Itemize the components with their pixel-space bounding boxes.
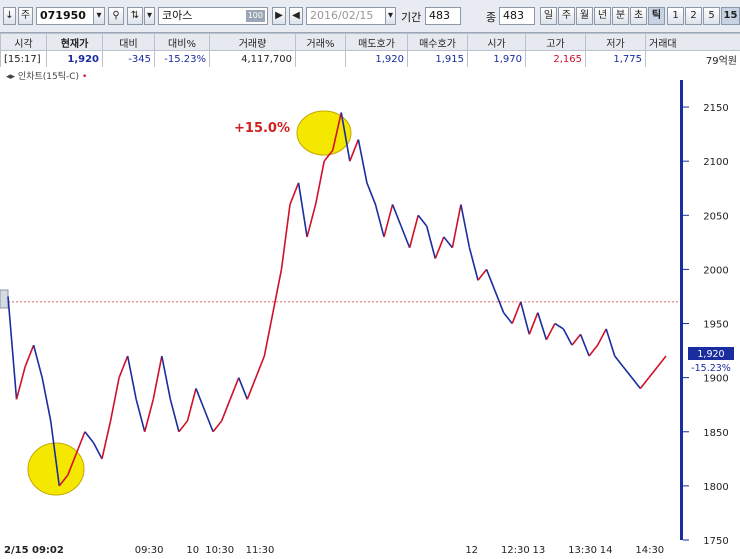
price-segment [101, 420, 112, 459]
price-segment [545, 323, 556, 341]
price-segment [579, 334, 590, 357]
y-tick-label: 2100 [703, 157, 728, 168]
price-segment [631, 377, 641, 389]
price-segment [15, 366, 26, 400]
x-tick-label: 14 [600, 545, 613, 556]
price-segment [383, 204, 394, 238]
x-tick-label: 10:30 [205, 545, 234, 556]
price-segment [622, 366, 633, 379]
y-tick-label: 1800 [703, 482, 728, 493]
price-segment [84, 431, 95, 444]
price-segment [477, 268, 488, 281]
price-segment [537, 312, 548, 341]
price-segment [229, 377, 240, 400]
price-segment [161, 355, 172, 400]
price-segment [7, 296, 18, 400]
current-price-label: 1,920 [697, 349, 724, 360]
price-segment [357, 139, 368, 183]
price-segment [503, 312, 513, 325]
price-segment [443, 236, 453, 249]
price-segment [297, 182, 308, 238]
price-segment [126, 355, 137, 400]
price-segment [178, 420, 189, 433]
price-segment [528, 312, 539, 335]
price-segment [220, 399, 231, 422]
price-segment [460, 204, 471, 248]
price-segment [237, 377, 249, 400]
price-segment [391, 204, 402, 227]
x-tick-label: 10 [186, 545, 199, 556]
price-segment [212, 420, 223, 433]
price-segment [255, 355, 266, 378]
price-segment [656, 355, 667, 368]
y-tick-label: 2050 [703, 211, 728, 222]
price-segment [605, 328, 616, 357]
price-segment [289, 182, 300, 205]
y-tick-label: 1950 [703, 320, 728, 331]
x-tick-label: 09:30 [135, 545, 164, 556]
price-segment [195, 388, 206, 411]
y-tick-label: 2000 [703, 265, 728, 276]
price-segment [451, 204, 462, 248]
x-tick-label: 2/15 09:02 [4, 545, 64, 556]
y-tick-label: 1900 [703, 374, 728, 385]
price-segment [92, 442, 103, 460]
price-segment [596, 328, 607, 346]
price-segment [588, 344, 599, 357]
price-segment [246, 377, 257, 400]
price-segment [186, 388, 197, 422]
price-segment [109, 377, 120, 422]
price-segment [152, 355, 163, 400]
current-change-label: -15.23% [691, 363, 731, 374]
price-chart[interactable]: 2150 2100 2050 2000 1950 1900 1850 1800 1750 2/1… [0, 0, 740, 559]
x-tick-label: 12:30 [501, 545, 530, 556]
x-tick-label: 14:30 [635, 545, 664, 556]
price-segment [519, 301, 531, 335]
price-segment [511, 301, 522, 324]
price-segment [32, 344, 43, 378]
left-panel-toggle[interactable] [0, 289, 9, 309]
price-segment [280, 204, 291, 270]
price-segment [408, 215, 419, 248]
price-segment [306, 204, 317, 238]
y-tick-label: 2150 [703, 103, 728, 114]
price-segment [374, 204, 385, 238]
price-segment [639, 377, 650, 389]
price-segment [203, 409, 214, 433]
price-segment [24, 344, 35, 368]
price-segment [648, 366, 659, 379]
price-segment [143, 399, 155, 432]
chart-annotation: +15.0% [234, 121, 290, 136]
price-segment [425, 225, 437, 259]
y-tick-label: 1750 [703, 536, 728, 547]
price-segment [417, 214, 428, 227]
price-segment [434, 236, 445, 259]
price-segment [263, 312, 274, 357]
price-segment [554, 322, 564, 330]
price-segment [118, 355, 129, 378]
price-segment [400, 225, 411, 249]
x-tick-label: 13:30 [568, 545, 597, 556]
price-segment [485, 269, 496, 292]
x-tick-label: 13 [533, 545, 546, 556]
price-segment [562, 328, 573, 346]
price-segment [366, 182, 377, 205]
price-segment [169, 399, 180, 432]
price-segment [468, 247, 479, 281]
price-segment [614, 355, 624, 368]
price-axis-line [680, 80, 683, 540]
low-highlight-circle [27, 442, 85, 496]
price-segment [41, 377, 52, 422]
x-tick-label: 11:30 [246, 545, 275, 556]
price-segment [75, 431, 86, 454]
price-segment [272, 269, 283, 313]
x-tick-label: 12 [465, 545, 478, 556]
price-segment [314, 161, 325, 205]
price-segment [571, 333, 582, 346]
price-segment [349, 139, 360, 162]
y-tick-label: 1850 [703, 428, 728, 439]
price-segment [135, 399, 146, 432]
